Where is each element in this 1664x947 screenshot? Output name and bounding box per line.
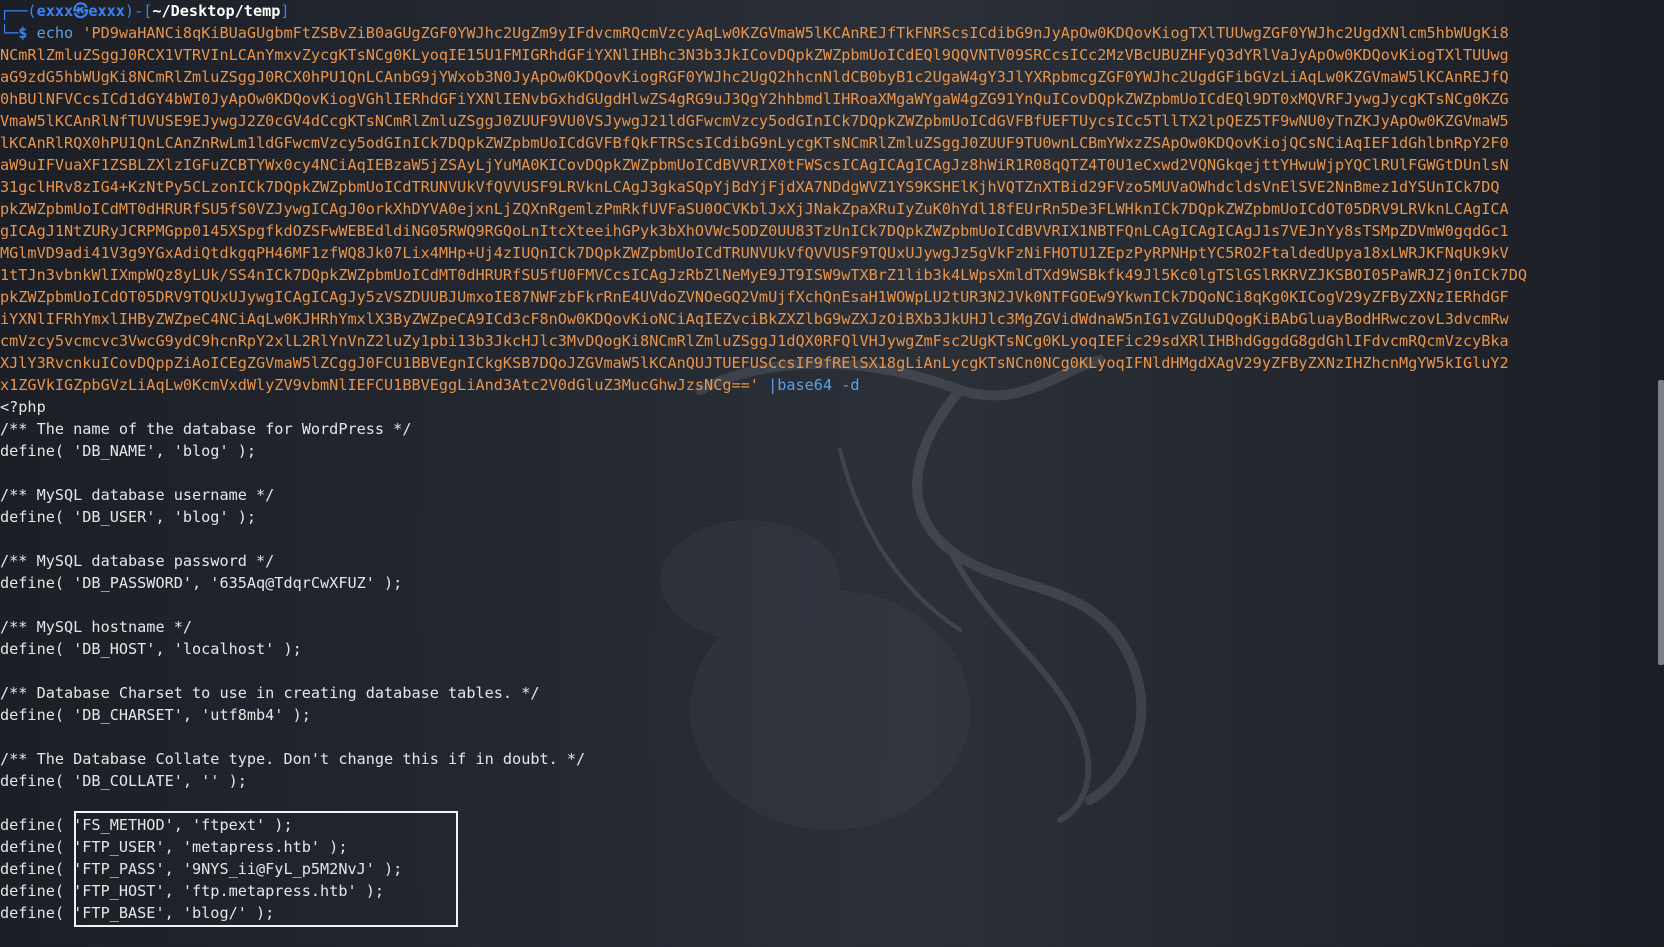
base64-line-with-pipe: x1ZGVkIGZpbGVzLiAqLw0KcmVxdWlyZV9vbmNlIE… [0,374,1650,396]
output-line: /** The name of the database for WordPre… [0,420,412,438]
terminal-window[interactable]: ┌──(exxx㉿exxx)-[~/Desktop/temp] └─$ echo… [0,0,1664,947]
base64-line: pkZWZpbmUoICdMT0dHRURfSU5fS0VZJywgICAgJ0… [0,200,1509,218]
output-line: define( 'DB_CHARSET', 'utf8mb4' ); [0,706,311,724]
base64-line: NCmRlZmluZSggJ0RCX1VTRVInLCAnYmxvZycgKTs… [0,46,1509,64]
ftp-define-line: define( 'FS_METHOD', 'ftpext' ); [0,816,293,834]
ftp-define-line: define( 'FTP_USER', 'metapress.htb' ); [0,838,348,856]
terminal-content: ┌──(exxx㉿exxx)-[~/Desktop/temp] └─$ echo… [0,0,1650,924]
base64-line: aW9uIFVuaXF1ZSBLZXlzIGFuZCBTYWx0cy4NCiAq… [0,156,1509,174]
output-line: /** The Database Collate type. Don't cha… [0,750,586,768]
output-line: <?php [0,398,46,416]
base64-line: XJlY3RvcnkuICovDQppZiAoICEgZGVmaW5lZCggJ… [0,354,1509,372]
base64-line: aG9zdG5hbWUgKi8NCmRlZmluZSggJ0RCX0hPU1Qn… [0,68,1509,86]
base64-line: pkZWZpbmUoICdOT05DRV9TQUxUJywgICAgICAgJy… [0,288,1509,306]
output-line: define( 'DB_NAME', 'blog' ); [0,442,257,460]
base64-line: 1tTJn3vbnkWlIXmpWQz8yLUk/SS4nICk7DQpkZWZ… [0,266,1527,284]
base64-argument: 'PD9waHANCi8qKiBUaGUgbmFtZSBvZiB0aGUgZGF… [82,24,1509,42]
base64-line: VmaW5lKCAnRlNfTUVUSE9EJywgJ2Z0cGV4dCcgKT… [0,112,1509,130]
base64-line: 31gclHRv8zIG4+KzNtPy5CLzonICk7DQpkZWZpbm… [0,178,1500,196]
base64-line: cmVzcy5vcmcvc3VwcG9ydC9hcnRpY2xlL2RlYnVn… [0,332,1509,350]
prompt-user: exxx㉿exxx [36,2,125,20]
base64-line: lKCAnRlRQX0hPU1QnLCAnZnRwLm1ldGFwcmVzcy5… [0,134,1509,152]
ftp-define-line: define( 'FTP_PASS', '9NYS_ii@FyL_p5M2NvJ… [0,860,403,878]
scrollbar[interactable] [1658,380,1664,665]
output-line: define( 'DB_COLLATE', '' ); [0,772,247,790]
output-line: /** MySQL database username */ [0,486,275,504]
base64-line: MGlmVD9adi41V3g9YGxAdiQtdkgqPH46MF1zfWQ8… [0,244,1509,262]
prompt-symbol: $ [18,24,28,42]
base64-line: gICAgJ1NtZURyJCRPMGpp0145XSpgfkdOZSFwWEB… [0,222,1509,240]
output-line: /** Database Charset to use in creating … [0,684,540,702]
output-line: define( 'DB_HOST', 'localhost' ); [0,640,302,658]
base64-line: iYXNlIFRhYmxlIHByZWZpeC4NCiAqLw0KJHRhYmx… [0,310,1509,328]
base64-line: 0hBUlNFVCcsICd1dGY4bWI0JyApOw0KDQovKiogV… [0,90,1509,108]
ftp-define-line: define( 'FTP_BASE', 'blog/' ); [0,904,275,922]
command-name: echo [36,24,74,42]
command-line[interactable]: └─$ echo 'PD9waHANCi8qKiBUaGUgbmFtZSBvZi… [0,22,1650,44]
ftp-define-line: define( 'FTP_HOST', 'ftp.metapress.htb' … [0,882,385,900]
prompt-header: ┌──(exxx㉿exxx)-[~/Desktop/temp] [0,2,290,20]
output-line: define( 'DB_PASSWORD', '635Aq@TdqrCwXFUZ… [0,574,403,592]
base64-tail: x1ZGVkIGZpbGVzLiAqLw0KcmVxdWlyZV9vbmNlIE… [0,376,860,394]
output-line: /** MySQL hostname */ [0,618,193,636]
output-line: define( 'DB_USER', 'blog' ); [0,508,257,526]
output-line: /** MySQL database password */ [0,552,275,570]
prompt-path: ~/Desktop/temp [152,2,281,20]
